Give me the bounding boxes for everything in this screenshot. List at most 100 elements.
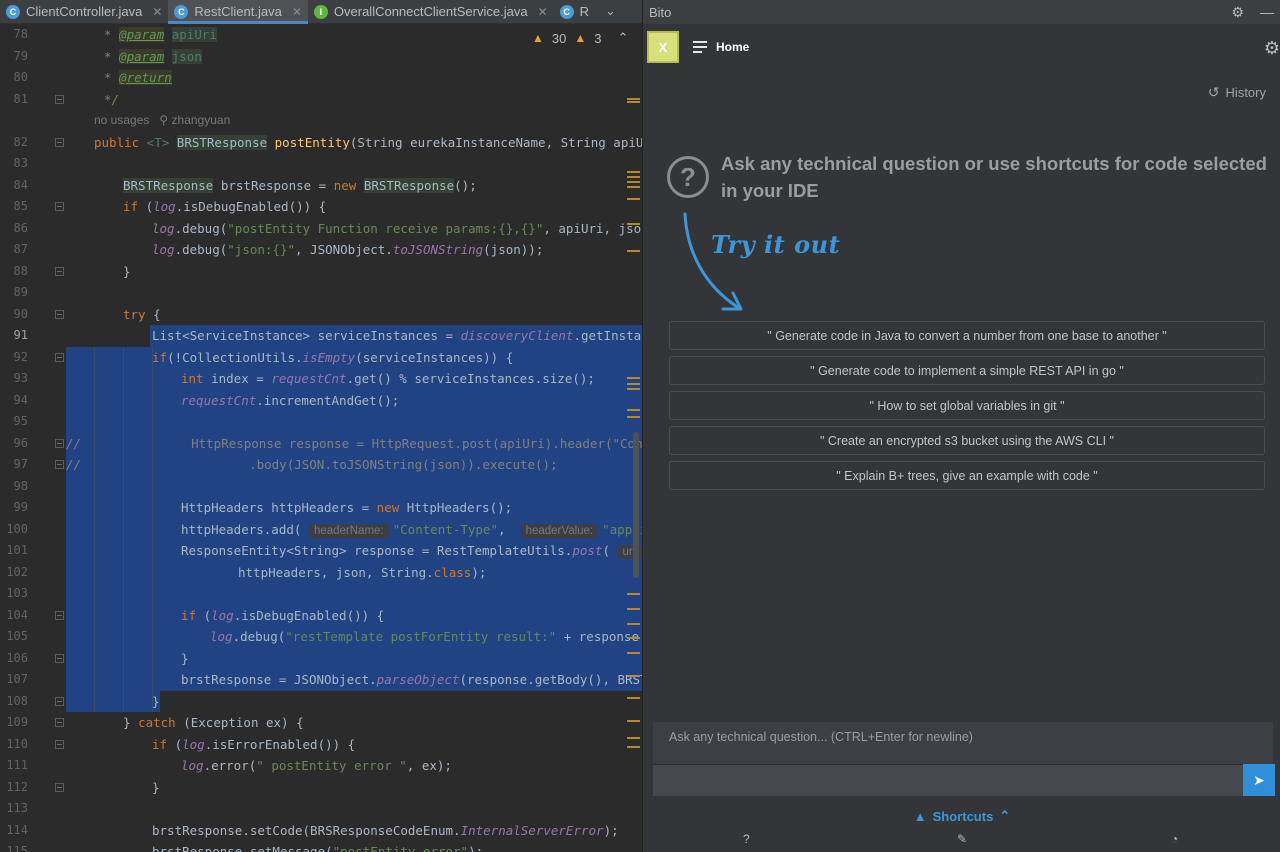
prompt-button[interactable]: " Generate code in Java to convert a num… [669, 321, 1265, 350]
code-line[interactable]: 106} [0, 647, 642, 669]
shortcuts-toggle[interactable]: ▲ Shortcuts ⌃ [643, 808, 1280, 824]
menu-icon[interactable] [693, 38, 707, 56]
code-line[interactable]: 113 [0, 798, 642, 820]
stripe-mark[interactable] [627, 652, 640, 654]
code-line[interactable]: 87 log.debug("json:{}", JSONObject.toJSON… [0, 239, 642, 261]
stripe-mark[interactable] [627, 737, 640, 739]
code-line[interactable]: 105 log.debug("restTemplate postForEntity… [0, 626, 642, 648]
code-line[interactable]: 92 if(!CollectionUtils.isEmpty(serviceIns… [0, 346, 642, 368]
stripe-mark[interactable] [627, 746, 640, 748]
code-line[interactable]: 100 httpHeaders.add( headerName: "Content-… [0, 518, 642, 540]
chat-input[interactable]: Ask any technical question... (CTRL+Ente… [653, 722, 1275, 796]
fold-icon[interactable] [55, 309, 64, 319]
stripe-mark[interactable] [627, 186, 640, 188]
close-icon[interactable]: ✕ [292, 5, 302, 19]
code-vision-hint[interactable]: no usages ⚲ zhangyuan [0, 110, 642, 132]
stripe-mark[interactable] [627, 171, 640, 173]
code-line[interactable]: 79 * @param json [0, 46, 642, 68]
code-line[interactable]: 114 brstResponse.setCode(BRSResponseCodeE… [0, 820, 642, 842]
tab-rest-client[interactable]: C RestClient.java ✕ [168, 0, 308, 24]
code-line[interactable]: 101 ResponseEntity<String> response = Res… [0, 540, 642, 562]
history-button[interactable]: ↺ History [1208, 84, 1266, 101]
code-line[interactable]: 115 brstResponse.setMessage("postEntity e… [0, 841, 642, 852]
stripe-mark[interactable] [627, 416, 640, 418]
editor-scrollbar[interactable] [633, 432, 639, 578]
prompt-button[interactable]: " Create an encrypted s3 bucket using th… [669, 426, 1265, 455]
minimize-icon[interactable]: — [1260, 4, 1274, 21]
code-line[interactable]: 112} [0, 777, 642, 799]
code-line[interactable]: 98 [0, 475, 642, 497]
code-line[interactable]: 108} [0, 690, 642, 712]
stripe-mark[interactable] [627, 388, 640, 390]
prompt-button[interactable]: " Generate code to implement a simple RE… [669, 356, 1265, 385]
inspection-widget[interactable]: ▲ 30 ▲ 3 ⌃ ⌄ [532, 30, 642, 46]
stripe-mark[interactable] [627, 593, 640, 595]
code-line[interactable]: 89 [0, 282, 642, 304]
code-line[interactable]: 88} [0, 261, 642, 283]
fold-icon[interactable] [55, 137, 64, 147]
fold-icon[interactable] [55, 352, 64, 362]
stripe-mark[interactable] [627, 697, 640, 699]
stripe-mark[interactable] [627, 377, 640, 379]
code-line[interactable]: 109} catch (Exception ex) { [0, 712, 642, 734]
code-editor[interactable]: C ClientController.java ✕ C RestClient.j… [0, 0, 642, 852]
tab-truncated[interactable]: C R [554, 0, 595, 23]
prompt-button[interactable]: " How to set global variables in git " [669, 391, 1265, 420]
stripe-mark[interactable] [627, 637, 640, 639]
stripe-mark[interactable] [627, 198, 640, 200]
stripe-mark[interactable] [627, 720, 640, 722]
code-line[interactable]: 84 BRSTResponse brstResponse = new BRSTRe… [0, 175, 642, 197]
code-line[interactable]: 91 List<ServiceInstance> serviceInstances… [0, 325, 642, 347]
stripe-mark[interactable] [627, 623, 640, 625]
close-icon[interactable]: ✕ [538, 5, 548, 19]
stripe-mark[interactable] [627, 98, 640, 100]
fold-icon[interactable] [55, 202, 64, 211]
stripe-mark[interactable] [627, 608, 640, 610]
fold-icon[interactable] [55, 739, 64, 749]
code-line[interactable]: 94 requestCnt.incrementAndGet(); [0, 389, 642, 411]
fold-icon[interactable] [55, 438, 64, 448]
code-line[interactable]: 82 public <T> BRSTResponse postEntity(Str… [0, 132, 642, 154]
code-line[interactable]: 103 [0, 583, 642, 605]
fold-icon[interactable] [55, 266, 64, 276]
send-button[interactable]: ➤ [1243, 764, 1275, 796]
code-line[interactable]: 93 int index = requestCnt.get() % service… [0, 368, 642, 390]
chevron-up-icon[interactable]: ⌃ [617, 30, 628, 46]
chevron-down-icon[interactable]: ⌄ [605, 4, 616, 19]
prompt-button[interactable]: " Explain B+ trees, give an example with… [669, 461, 1265, 490]
code-line[interactable]: 97 // .body(JSON.toJSONString(json)).execu… [0, 454, 642, 476]
speed-icon[interactable]: ◔ [1171, 832, 1178, 846]
stripe-mark[interactable] [627, 675, 640, 677]
fold-icon[interactable] [55, 94, 64, 104]
code-area[interactable]: 78 * @param apiUri 79 * @param json 80 * @ret… [0, 24, 642, 852]
help-icon[interactable]: ? [743, 832, 750, 846]
chat-input-toolbar[interactable] [653, 764, 1243, 796]
tab-client-controller[interactable]: C ClientController.java ✕ [0, 0, 168, 23]
stripe-mark[interactable] [627, 250, 640, 252]
fold-icon[interactable] [55, 460, 64, 469]
tab-overall-connect-client-service[interactable]: I OverallConnectClientService.java ✕ [308, 0, 554, 23]
settings-gear-icon[interactable]: ⚙ [1264, 38, 1280, 59]
code-line[interactable]: 90 try { [0, 304, 642, 326]
code-line[interactable]: 96 // HttpResponse response = HttpRequest.… [0, 432, 642, 454]
fold-icon[interactable] [55, 610, 64, 620]
fold-icon[interactable] [55, 718, 64, 727]
code-line[interactable]: 81 */ [0, 89, 642, 111]
avatar[interactable]: X [647, 31, 679, 63]
feedback-icon[interactable]: ✎ [957, 832, 967, 846]
code-line[interactable]: 111 log.error(" postEntity error ", ex); [0, 755, 642, 777]
stripe-mark[interactable] [627, 409, 640, 411]
fold-icon[interactable] [55, 696, 64, 706]
code-line[interactable]: 80 * @return [0, 67, 642, 89]
code-line[interactable]: 83 [0, 153, 642, 175]
close-icon[interactable]: ✕ [152, 5, 162, 19]
code-line[interactable]: 104 if (log.isDebugEnabled()) { [0, 604, 642, 626]
stripe-mark[interactable] [627, 223, 640, 225]
home-label[interactable]: Home [716, 40, 749, 54]
fold-icon[interactable] [55, 782, 64, 792]
stripe-mark[interactable] [627, 181, 640, 183]
stripe-mark[interactable] [627, 101, 640, 103]
stripe-mark[interactable] [627, 176, 640, 178]
code-line[interactable]: 85 if (log.isDebugEnabled()) { [0, 196, 642, 218]
gear-icon[interactable]: ⚙ [1231, 4, 1244, 21]
